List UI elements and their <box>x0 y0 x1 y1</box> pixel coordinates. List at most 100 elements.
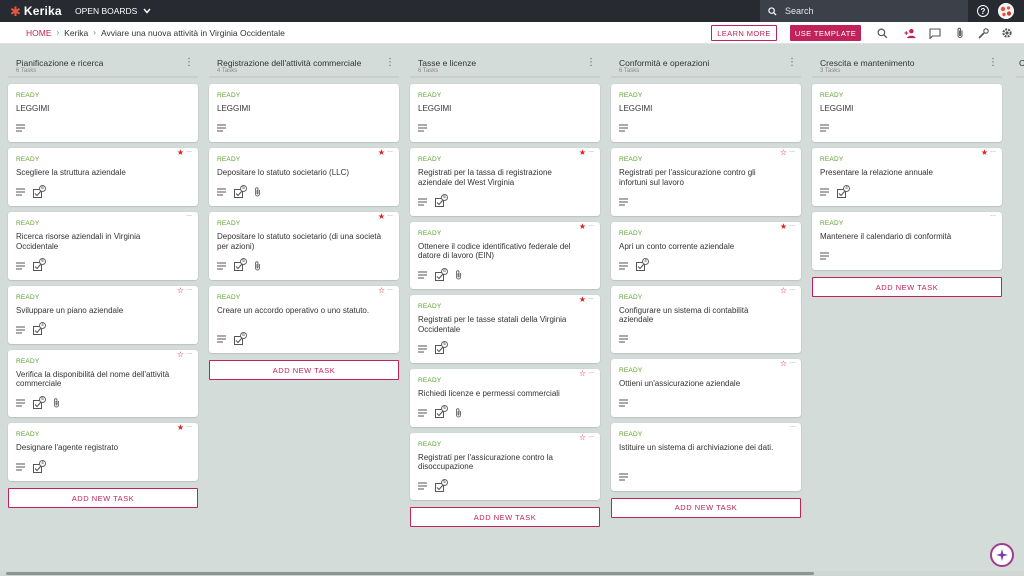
star-filled-icon[interactable]: ★ <box>981 149 988 157</box>
card-menu-icon[interactable]: ... <box>588 294 594 302</box>
scrollbar-thumb[interactable] <box>6 572 814 575</box>
avatar[interactable] <box>998 3 1014 19</box>
task-title: Mantenere il calendario di conformità <box>820 232 952 241</box>
more-vertical-icon[interactable]: ⋮ <box>988 58 998 70</box>
card-menu-icon[interactable]: ... <box>387 147 393 155</box>
column-header[interactable]: Pianificazione e ricerca 6 Tasks ⋮ <box>8 54 198 78</box>
add-new-task-button[interactable]: ADD NEW TASK <box>209 360 399 380</box>
add-new-task-button[interactable]: ADD NEW TASK <box>8 488 198 508</box>
task-card[interactable]: READY Istituire un sistema di archiviazio… <box>611 422 801 491</box>
open-boards-menu[interactable]: OPEN BOARDS <box>75 6 151 16</box>
task-card[interactable]: READY Verifica la disponibilità del nome … <box>8 349 198 417</box>
chat-icon[interactable] <box>929 27 941 39</box>
star-filled-icon[interactable]: ★ <box>378 213 385 221</box>
more-vertical-icon[interactable]: ⋮ <box>184 58 194 70</box>
card-menu-icon[interactable]: ... <box>789 221 795 229</box>
learn-more-button[interactable]: LEARN MORE <box>711 25 777 41</box>
star-outline-icon[interactable]: ☆ <box>780 360 787 368</box>
star-filled-icon[interactable]: ★ <box>177 424 184 432</box>
task-card[interactable]: READY Ottieni un'assicurazione aziendale.… <box>611 358 801 417</box>
breadcrumb-home[interactable]: HOME <box>26 28 52 38</box>
task-card[interactable]: READY Ottenere il codice identificativo f… <box>410 221 600 289</box>
star-outline-icon[interactable]: ☆ <box>378 286 385 295</box>
assistant-sparkle-icon[interactable] <box>990 543 1014 567</box>
checklist-icon: 5 <box>33 258 46 271</box>
task-card[interactable]: READY Ricerca risorse aziendali in Virgin… <box>8 211 198 280</box>
task-icons: 5 <box>418 194 455 208</box>
star-filled-icon[interactable]: ★ <box>579 296 586 304</box>
task-card[interactable]: READY LEGGIMI <box>209 84 399 142</box>
use-template-button[interactable]: USE TEMPLATE <box>790 25 861 41</box>
card-menu-icon[interactable]: ... <box>789 285 795 293</box>
search-input[interactable] <box>785 6 955 16</box>
star-outline-icon[interactable]: ☆ <box>177 286 184 295</box>
add-new-task-button[interactable]: ADD NEW TASK <box>410 507 600 527</box>
description-icon <box>619 124 628 132</box>
column-header[interactable]: Crescita e mantenimento 3 Tasks ⋮ <box>812 54 1002 78</box>
card-menu-icon[interactable]: ... <box>186 147 192 155</box>
task-card[interactable]: READY Mantenere il calendario di conformi… <box>812 211 1002 270</box>
card-menu-icon[interactable]: ... <box>186 285 192 293</box>
column-header[interactable]: Conformità e operazioni 6 Tasks ⋮ <box>611 54 801 78</box>
add-new-task-button[interactable]: ADD NEW TASK <box>611 497 801 518</box>
task-card[interactable]: READY Scegliere la struttura aziendale...… <box>8 147 198 206</box>
card-menu-icon[interactable]: ... <box>588 432 594 440</box>
star-outline-icon[interactable]: ☆ <box>780 149 787 157</box>
star-filled-icon[interactable]: ★ <box>780 222 787 231</box>
task-card[interactable]: READY LEGGIMI <box>611 84 801 142</box>
task-card[interactable]: READY Apri un conto corrente aziendale...… <box>611 221 801 280</box>
card-menu-icon[interactable]: ... <box>789 358 795 366</box>
attachment-icon[interactable] <box>954 27 966 39</box>
add-new-task-button[interactable]: ADD NEW TASK <box>812 277 1002 297</box>
task-card[interactable]: READY Registrati per le tasse statali del… <box>410 294 600 363</box>
column-header[interactable]: Tasse e licenze 6 Tasks ⋮ <box>410 54 600 78</box>
star-outline-icon[interactable]: ☆ <box>579 433 586 442</box>
kerika-logo[interactable]: ✱ Kerika <box>10 4 70 18</box>
task-card[interactable]: READY Sviluppare un piano aziendale... ☆ 4 <box>8 285 198 344</box>
search-box[interactable] <box>760 0 968 22</box>
star-filled-icon[interactable]: ★ <box>177 149 184 157</box>
card-menu-icon[interactable]: ... <box>387 285 393 293</box>
task-card[interactable]: READY Creare un accordo operativo o uno s… <box>209 285 399 353</box>
task-card[interactable]: READY Depositare lo statuto societario (d… <box>209 211 399 280</box>
task-card[interactable]: READY Depositare lo statuto societario (L… <box>209 147 399 206</box>
card-menu-icon[interactable]: ... <box>588 147 594 155</box>
more-vertical-icon[interactable]: ⋮ <box>586 58 596 70</box>
more-vertical-icon[interactable]: ⋮ <box>787 58 797 70</box>
task-card[interactable]: READY Presentare la relazione annuale... ★… <box>812 147 1002 206</box>
task-card[interactable]: READY LEGGIMI <box>812 84 1002 142</box>
tools-icon[interactable] <box>977 27 989 39</box>
task-card[interactable]: READY Configurare un sistema di contabili… <box>611 285 801 353</box>
card-menu-icon[interactable]: ... <box>186 422 192 430</box>
breadcrumb-account[interactable]: Kerika <box>64 28 88 38</box>
column-header[interactable]: Registrazione dell'attività commerciale 4… <box>209 54 399 78</box>
card-menu-icon[interactable]: ... <box>588 221 594 229</box>
card-menu-icon[interactable]: ... <box>186 211 192 219</box>
card-menu-icon[interactable]: ... <box>990 211 996 219</box>
star-outline-icon[interactable]: ☆ <box>780 286 787 295</box>
task-card[interactable]: READY Designare l'agente registrato... ★ 4 <box>8 422 198 481</box>
card-menu-icon[interactable]: ... <box>186 349 192 357</box>
task-card[interactable]: READY Registrati per l'assicurazione cont… <box>410 432 600 500</box>
horizontal-scrollbar[interactable] <box>0 571 1024 576</box>
star-filled-icon[interactable]: ★ <box>579 149 586 157</box>
card-menu-icon[interactable]: ... <box>387 211 393 219</box>
settings-icon[interactable] <box>1001 27 1013 39</box>
task-card[interactable]: READY Richiedi licenze e permessi commerc… <box>410 368 600 427</box>
more-vertical-icon[interactable]: ⋮ <box>385 58 395 70</box>
task-card[interactable]: READY Registrati per l'assicurazione cont… <box>611 147 801 216</box>
card-menu-icon[interactable]: ... <box>990 147 996 155</box>
card-menu-icon[interactable]: ... <box>789 147 795 155</box>
help-icon[interactable]: ? <box>977 5 989 17</box>
star-outline-icon[interactable]: ☆ <box>579 369 586 378</box>
search-icon[interactable] <box>876 27 888 39</box>
star-outline-icon[interactable]: ☆ <box>177 350 184 359</box>
task-card[interactable]: READY Registrati per la tassa di registra… <box>410 147 600 216</box>
task-card[interactable]: READY LEGGIMI <box>410 84 600 142</box>
card-menu-icon[interactable]: ... <box>789 422 795 430</box>
task-card[interactable]: READY LEGGIMI <box>8 84 198 142</box>
star-filled-icon[interactable]: ★ <box>378 149 385 157</box>
star-filled-icon[interactable]: ★ <box>579 222 586 231</box>
card-menu-icon[interactable]: ... <box>588 368 594 376</box>
add-person-icon[interactable] <box>904 27 916 39</box>
